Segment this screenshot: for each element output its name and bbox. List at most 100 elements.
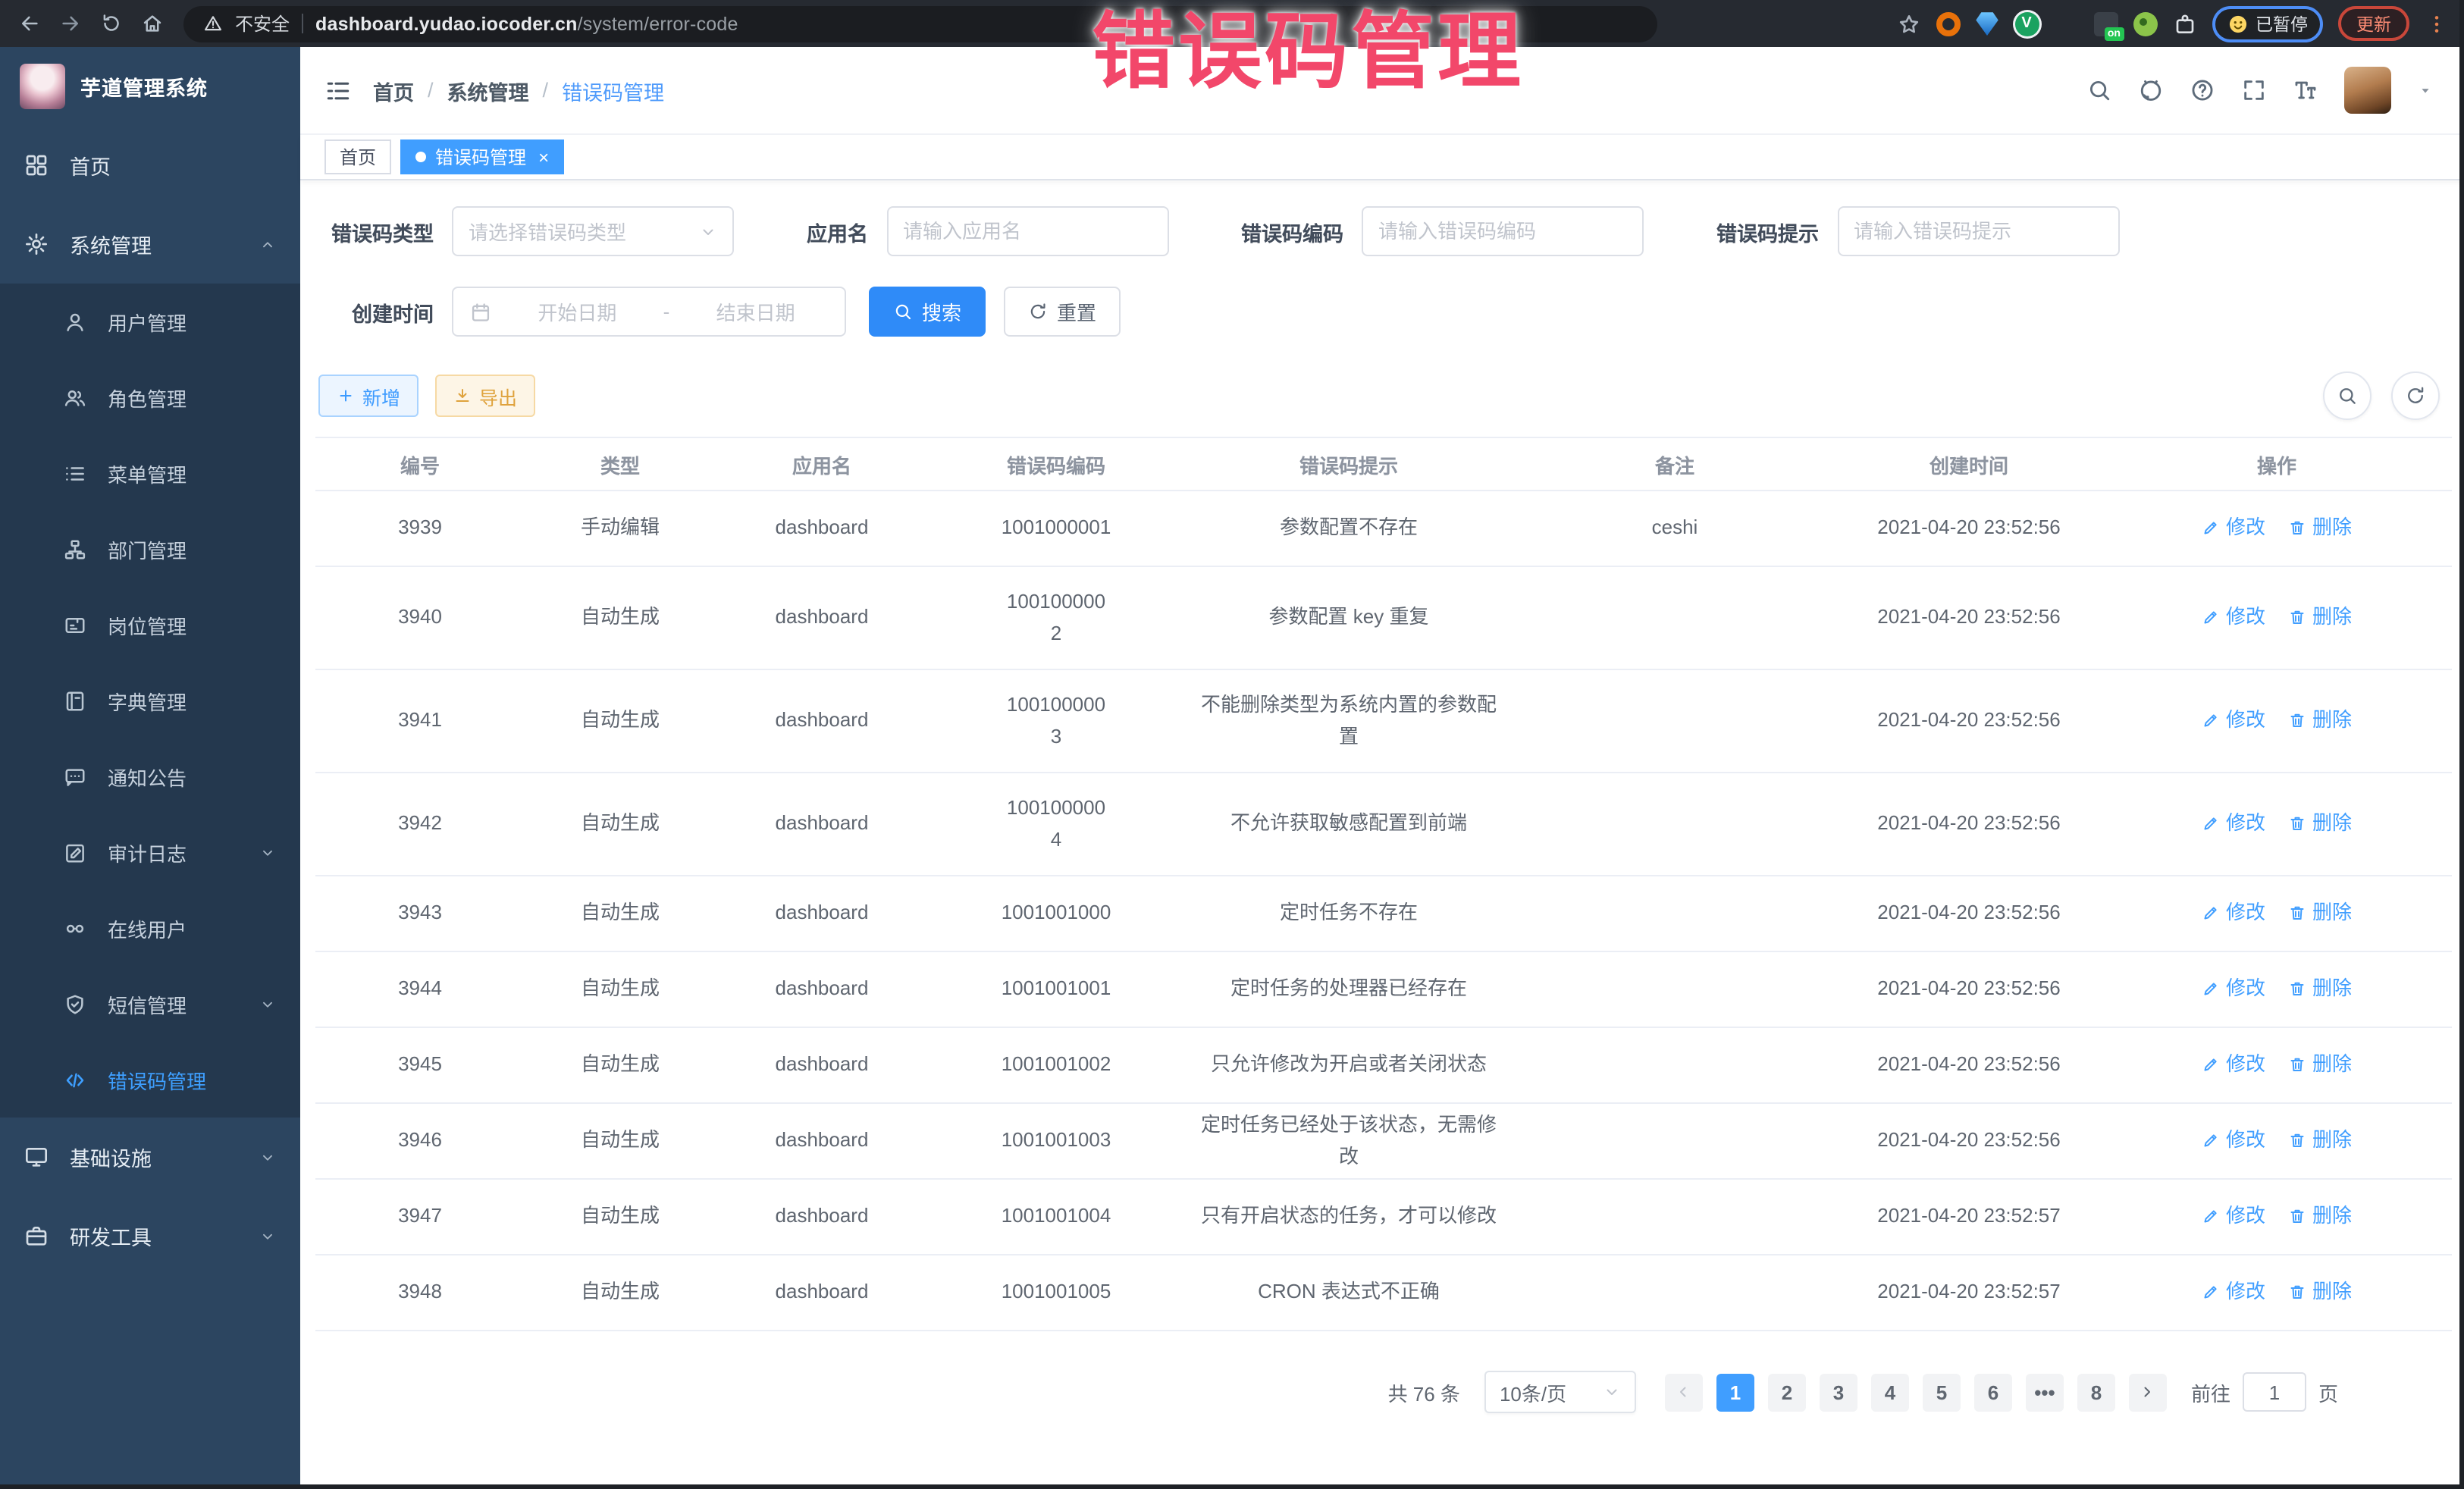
edit-link[interactable]: 修改 (2202, 1202, 2265, 1232)
sidebar-item-system-management[interactable]: 系统管理 (0, 205, 300, 284)
delete-link[interactable]: 删除 (2288, 1126, 2352, 1156)
search-button[interactable]: 搜索 (869, 287, 986, 337)
edit-link[interactable]: 修改 (2202, 706, 2265, 736)
edit-link[interactable]: 修改 (2202, 974, 2265, 1005)
page-size-select[interactable]: 10条/页 (1484, 1371, 1636, 1413)
browser-forward-icon[interactable] (53, 7, 86, 40)
fullscreen-icon[interactable] (2241, 77, 2267, 103)
edit-link[interactable]: 修改 (2202, 1050, 2265, 1080)
sidebar-item-error-code-management[interactable]: 错误码管理 (0, 1042, 300, 1118)
address-bar[interactable]: 不安全 dashboard.yudao.iocoder.cn/system/er… (183, 5, 1657, 42)
font-size-icon[interactable] (2293, 77, 2318, 103)
sidebar-toggle-icon[interactable] (324, 77, 352, 104)
sidebar-item-online-users[interactable]: 在线用户 (0, 890, 300, 966)
add-button[interactable]: 新增 (318, 375, 419, 417)
edit-link[interactable]: 修改 (2202, 1277, 2265, 1308)
browser-back-icon[interactable] (12, 7, 45, 40)
header-search-icon[interactable] (2086, 77, 2112, 103)
extension-icon[interactable] (1975, 11, 1999, 36)
cell-type: 自动生成 (525, 706, 716, 736)
delete-link[interactable]: 删除 (2288, 974, 2352, 1005)
pencil-icon (2202, 1056, 2220, 1074)
edit-link[interactable]: 修改 (2202, 603, 2265, 633)
help-icon[interactable] (2190, 77, 2215, 103)
user-avatar[interactable] (2344, 67, 2391, 114)
browser-update-button[interactable]: 更新 (2338, 6, 2409, 41)
sidebar-item-dept-management[interactable]: 部门管理 (0, 511, 300, 587)
close-tab-icon[interactable]: × (538, 148, 549, 166)
sidebar-item-notice-announcement[interactable]: 通知公告 (0, 738, 300, 814)
date-range-picker[interactable]: 开始日期 - 结束日期 (452, 287, 846, 337)
app-name-input[interactable] (886, 206, 1168, 256)
edit-link[interactable]: 修改 (2202, 809, 2265, 839)
cell-type: 自动生成 (525, 809, 716, 839)
profile-paused-badge[interactable]: 已暂停 (2212, 5, 2323, 42)
page-button-5[interactable]: 5 (1923, 1373, 1961, 1411)
github-icon[interactable] (2138, 77, 2164, 103)
page-button-8[interactable]: 8 (2077, 1373, 2115, 1411)
delete-link[interactable]: 删除 (2288, 706, 2352, 736)
browser-reload-icon[interactable] (94, 7, 127, 40)
page-button-3[interactable]: 3 (1820, 1373, 1857, 1411)
extension-icon[interactable] (1936, 11, 1960, 36)
breadcrumb-item[interactable]: 首页 (373, 75, 414, 105)
edit-link[interactable]: 修改 (2202, 513, 2265, 544)
next-page-button[interactable] (2129, 1373, 2167, 1411)
page-size-value: 10条/页 (1500, 1378, 1566, 1406)
error-code-input[interactable] (1362, 206, 1644, 256)
not-secure-warning-icon[interactable] (203, 14, 223, 33)
delete-link[interactable]: 删除 (2288, 1202, 2352, 1232)
browser-menu-icon[interactable] (2425, 11, 2449, 36)
goto-page-input[interactable] (2243, 1372, 2306, 1412)
breadcrumb-item: 错误码管理 (562, 75, 664, 105)
sidebar-item-user-management[interactable]: 用户管理 (0, 284, 300, 359)
sidebar-item-dev-tools[interactable]: 研发工具 (0, 1196, 300, 1275)
sidebar-item-dict-management[interactable]: 字典管理 (0, 663, 300, 738)
page-button-1[interactable]: 1 (1716, 1373, 1754, 1411)
extension-icon[interactable] (2093, 11, 2118, 36)
add-button-label: 新增 (362, 381, 400, 410)
delete-link[interactable]: 删除 (2288, 898, 2352, 929)
error-code-type-select[interactable]: 请选择错误码类型 (452, 206, 734, 256)
field-label: 创建时间 (315, 296, 434, 327)
extensions-puzzle-icon[interactable] (2172, 11, 2196, 36)
edit-link[interactable]: 修改 (2202, 1126, 2265, 1156)
prev-page-button[interactable] (1665, 1373, 1703, 1411)
sidebar-item-sms-management[interactable]: 短信管理 (0, 966, 300, 1042)
tab-error-code-management[interactable]: 错误码管理× (400, 139, 564, 174)
page-button-4[interactable]: 4 (1871, 1373, 1909, 1411)
sidebar-item-audit-log[interactable]: 审计日志 (0, 814, 300, 890)
edit-link[interactable]: 修改 (2202, 898, 2265, 929)
delete-link[interactable]: 删除 (2288, 513, 2352, 544)
delete-link[interactable]: 删除 (2288, 603, 2352, 633)
export-button[interactable]: 导出 (435, 375, 535, 417)
tab-home[interactable]: 首页 (324, 139, 391, 174)
toggle-search-button[interactable] (2323, 371, 2372, 420)
delete-link[interactable]: 删除 (2288, 809, 2352, 839)
search-icon (893, 302, 913, 321)
more-pages-button[interactable]: ••• (2026, 1373, 2064, 1411)
table-row: 3942自动生成dashboard1001000004不允许获取敏感配置到前端2… (315, 773, 2452, 876)
page-button-6[interactable]: 6 (1974, 1373, 2012, 1411)
delete-link[interactable]: 删除 (2288, 1050, 2352, 1080)
refresh-table-button[interactable] (2391, 371, 2440, 420)
cell-actions: 修改删除 (2102, 1050, 2452, 1080)
bookmark-star-icon[interactable] (1896, 11, 1920, 36)
tab-label: 首页 (340, 144, 376, 170)
app-logo-row[interactable]: 芋道管理系统 (0, 47, 300, 126)
sidebar-item-role-management[interactable]: 角色管理 (0, 359, 300, 435)
sidebar-item-menu-management[interactable]: 菜单管理 (0, 435, 300, 511)
extension-icon[interactable]: V (2014, 11, 2039, 36)
sidebar-item-post-management[interactable]: 岗位管理 (0, 587, 300, 663)
reset-button[interactable]: 重置 (1004, 287, 1121, 337)
extension-icon[interactable] (2054, 11, 2078, 36)
browser-home-icon[interactable] (135, 7, 168, 40)
delete-link[interactable]: 删除 (2288, 1277, 2352, 1308)
user-menu-caret-icon[interactable] (2417, 82, 2434, 99)
extension-icon[interactable] (2133, 11, 2157, 36)
sidebar-item-infrastructure[interactable]: 基础设施 (0, 1118, 300, 1196)
error-msg-input[interactable] (1837, 206, 2119, 256)
page-button-2[interactable]: 2 (1768, 1373, 1806, 1411)
sidebar-item-home[interactable]: 首页 (0, 126, 300, 205)
breadcrumb-item[interactable]: 系统管理 (447, 75, 529, 105)
